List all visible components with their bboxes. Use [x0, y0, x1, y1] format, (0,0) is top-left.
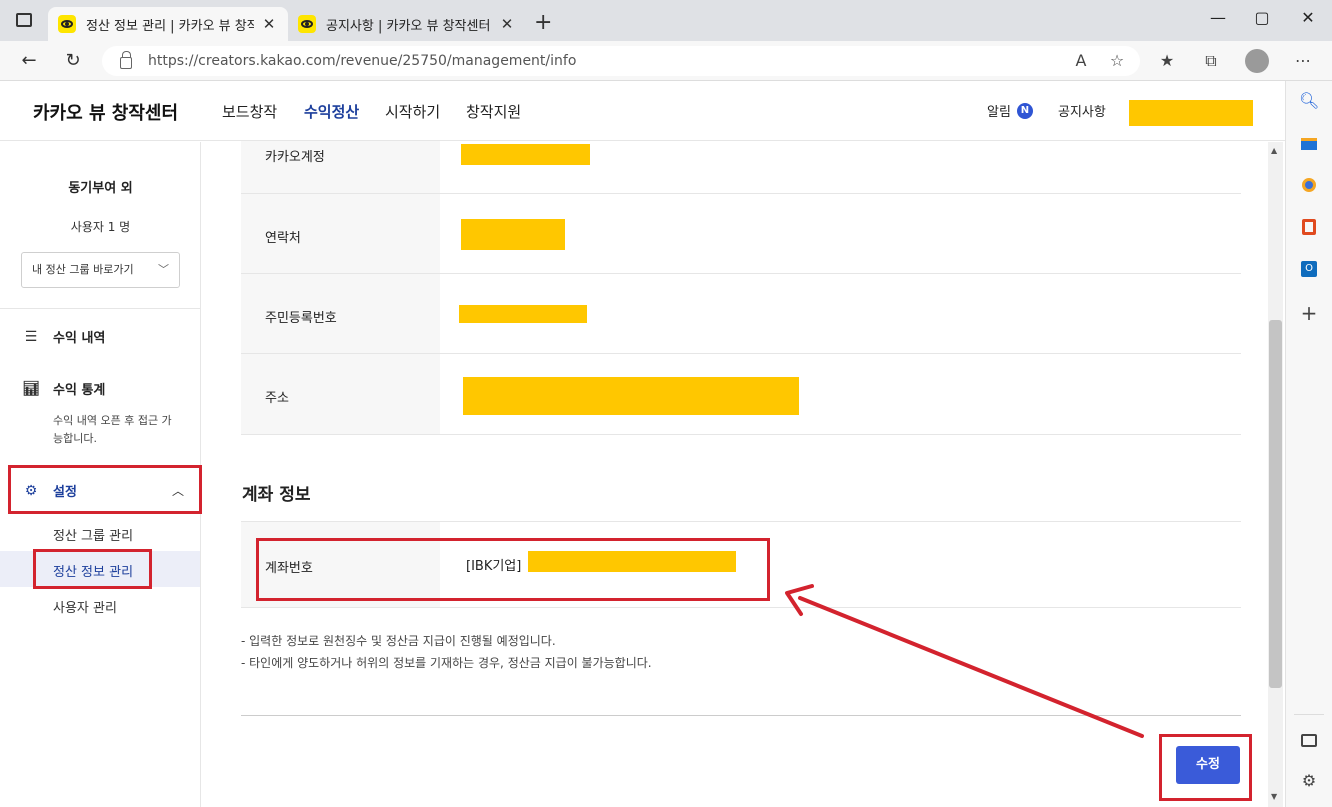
profile-avatar[interactable]: [1245, 49, 1269, 73]
group-select-dropdown[interactable]: 내 정산 그룹 바로가기 ﹀: [21, 252, 180, 288]
nav-board-create[interactable]: 보드창작: [222, 101, 277, 122]
scroll-up-icon[interactable]: ▲: [1271, 146, 1277, 155]
more-menu-icon[interactable]: ⋯: [1291, 50, 1315, 72]
menu-revenue-history[interactable]: ☰ 수익 내역: [22, 327, 106, 347]
read-aloud-icon[interactable]: A: [1069, 50, 1093, 72]
office-icon[interactable]: [1299, 217, 1319, 237]
sidebar-divider: [1294, 714, 1324, 715]
group-select-value: 내 정산 그룹 바로가기: [32, 263, 134, 276]
main-content: 카카오계정 연락처 주민등록번호 주소 계좌 정보 계좌번호 [IBK기업] -…: [202, 141, 1268, 807]
collections-icon[interactable]: ⧉: [1199, 50, 1223, 72]
user-count: 사용자 1 명: [70, 220, 131, 234]
tab-notice[interactable]: 공지사항 | 카카오 뷰 창작센터 ✕: [288, 7, 526, 41]
bar-chart-icon: 📊︎: [22, 380, 40, 397]
notice-link[interactable]: 공지사항: [1058, 101, 1106, 120]
tools-icon[interactable]: [1299, 175, 1319, 195]
info-row-resident-number: 주민등록번호: [241, 274, 1241, 354]
tab-title: 정산 정보 관리 | 카카오 뷰 창작센터: [86, 18, 254, 34]
lock-icon: [120, 51, 132, 69]
menu-label: 수익 내역: [53, 331, 106, 346]
add-sidebar-icon[interactable]: +: [1299, 303, 1319, 323]
info-row-address: 주소: [241, 354, 1241, 435]
back-icon[interactable]: ←: [16, 49, 42, 73]
nav-creator-support[interactable]: 창작지원: [466, 101, 521, 122]
kakao-view-favicon-icon: [58, 15, 76, 33]
redacted-value: [463, 377, 799, 415]
maximize-button[interactable]: ▢: [1247, 8, 1277, 32]
nav-getting-started[interactable]: 시작하기: [385, 101, 440, 122]
info-row-contact: 연락처: [241, 194, 1241, 274]
stats-note: 수익 내역 오픈 후 접근 가능합니다.: [53, 414, 172, 445]
kakao-view-favicon-icon: [298, 15, 316, 33]
row-label: 주민등록번호: [265, 311, 337, 326]
shopping-icon[interactable]: [1299, 134, 1319, 154]
favorites-icon[interactable]: ★: [1155, 50, 1179, 72]
row-label-cell: 주민등록번호: [241, 274, 440, 353]
close-tab-icon[interactable]: ✕: [260, 15, 278, 33]
annotation-box-account-number: [256, 538, 770, 601]
scroll-thumb[interactable]: [1269, 320, 1282, 688]
site-logo[interactable]: 카카오 뷰 창작센터: [33, 99, 178, 125]
row-label: 연락처: [265, 231, 301, 246]
close-window-button[interactable]: ✕: [1293, 8, 1323, 32]
add-favorite-icon[interactable]: ☆: [1105, 50, 1129, 72]
sidebar-settings-icon[interactable]: ⚙: [1299, 771, 1319, 791]
chevron-down-icon: ﹀: [158, 263, 169, 276]
account-section-title: 계좌 정보: [242, 485, 311, 505]
hide-sidebar-icon[interactable]: [1299, 731, 1319, 751]
submenu-user-management[interactable]: 사용자 관리: [53, 597, 117, 616]
search-icon[interactable]: 🔍︎: [1299, 91, 1319, 111]
redacted-value: [461, 144, 590, 165]
alarm-label: 알림: [987, 105, 1011, 120]
url-text: https://creators.kakao.com/revenue/25750…: [148, 53, 577, 69]
page-scrollbar[interactable]: ▲ ▼: [1268, 142, 1283, 807]
alarm-link[interactable]: 알림 N: [987, 101, 1033, 120]
annotation-box-edit-button: [1159, 734, 1252, 801]
notice-line-2: - 타인에게 양도하거나 허위의 정보를 기재하는 경우, 정산금 지급이 불가…: [241, 656, 652, 670]
row-label-cell: 주소: [241, 354, 440, 434]
minimize-button[interactable]: —: [1203, 8, 1233, 32]
nav-divider: [0, 308, 201, 309]
outlook-icon[interactable]: O: [1299, 259, 1319, 279]
scroll-down-icon[interactable]: ▼: [1271, 792, 1277, 801]
address-toolbar: ← ↻ https://creators.kakao.com/revenue/2…: [0, 41, 1332, 81]
annotation-box-settlement-info: [33, 549, 152, 589]
row-label: 카카오계정: [265, 150, 325, 165]
menu-label: 수익 통계: [53, 383, 106, 398]
tab-settlement-info[interactable]: 정산 정보 관리 | 카카오 뷰 창작센터 ✕: [48, 7, 288, 41]
row-label-cell: 연락처: [241, 194, 440, 273]
bottom-divider: [241, 715, 1241, 716]
edge-sidebar: 🔍︎ O + ⚙: [1285, 81, 1332, 807]
new-tab-button[interactable]: +: [534, 10, 552, 35]
site-header: 카카오 뷰 창작센터 보드창작 수익정산 시작하기 창작지원 알림 N 공지사항: [0, 81, 1285, 141]
group-name: 동기부여 외: [68, 181, 133, 196]
redacted-value: [459, 305, 587, 323]
notice-line-1: - 입력한 정보로 원천징수 및 정산금 지급이 진행될 예정입니다.: [241, 634, 556, 648]
menu-revenue-stats[interactable]: 📊︎ 수익 통계: [22, 379, 106, 399]
row-label: 주소: [265, 391, 289, 406]
nav-revenue[interactable]: 수익정산: [304, 101, 359, 122]
refresh-icon[interactable]: ↻: [60, 49, 86, 73]
annotation-box-settings: [8, 465, 202, 514]
tab-actions-icon[interactable]: [16, 13, 32, 27]
info-row-kakao-account: 카카오계정: [241, 141, 1241, 194]
browser-tab-bar: 정산 정보 관리 | 카카오 뷰 창작센터 ✕ 공지사항 | 카카오 뷰 창작센…: [0, 0, 1332, 41]
list-icon: ☰: [24, 328, 38, 345]
submenu-group-management[interactable]: 정산 그룹 관리: [53, 525, 133, 544]
alarm-new-badge: N: [1016, 102, 1033, 119]
url-bar[interactable]: https://creators.kakao.com/revenue/25750…: [102, 46, 1140, 76]
redacted-value: [461, 219, 565, 250]
redacted-user-name: [1129, 100, 1253, 126]
row-label-cell: 카카오계정: [241, 141, 440, 193]
tab-title: 공지사항 | 카카오 뷰 창작센터: [326, 18, 491, 34]
close-tab-icon[interactable]: ✕: [498, 15, 516, 33]
